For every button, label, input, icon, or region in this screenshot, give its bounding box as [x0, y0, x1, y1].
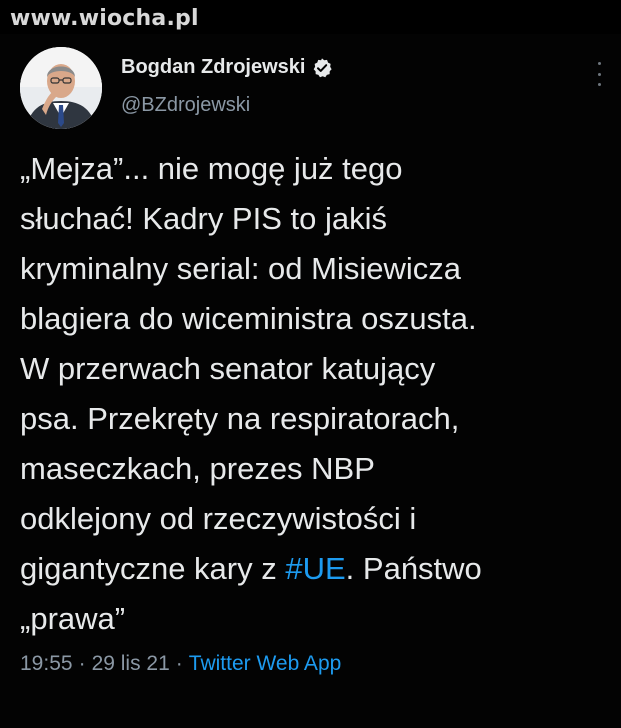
meta-separator: ·: [78, 652, 86, 675]
verified-badge-icon: [314, 57, 333, 77]
author-name-row[interactable]: Bogdan Zdrojewski: [121, 56, 333, 79]
more-options-icon[interactable]: [592, 62, 606, 86]
tweet-text-line: gigantyczne kary z #UE. Państwo: [20, 544, 615, 594]
tweet-text-line: kryminalny serial: od Misiewicza: [20, 251, 462, 286]
tweet-text: „Mejza”... nie mogę już tego słuchać! Ka…: [20, 144, 615, 644]
tweet-text-line: psa. Przekręty na respiratorach,: [20, 401, 460, 436]
tweet-text-line: W przerwach senator katujący: [20, 351, 436, 386]
tweet-text-segment: gigantyczne kary z: [20, 551, 286, 586]
author-display-name[interactable]: Bogdan Zdrojewski: [121, 56, 305, 79]
tweet-text-line: blagiera do wiceministra oszusta.: [20, 301, 477, 336]
avatar-image: [20, 47, 102, 129]
tweet-text-line: „prawa”: [20, 601, 126, 636]
avatar[interactable]: [20, 47, 102, 129]
tweet-text-line: „Mejza”... nie mogę już tego: [20, 151, 403, 186]
tweet-meta: 19:55 · 29 lis 21 · Twitter Web App: [20, 652, 341, 676]
tweet-source[interactable]: Twitter Web App: [189, 652, 342, 675]
author-handle[interactable]: @BZdrojewski: [121, 94, 250, 117]
tweet-date[interactable]: 29 lis 21: [92, 652, 170, 675]
tweet-text-line: odklejony od rzeczywistości i: [20, 501, 417, 536]
meta-separator: ·: [175, 652, 183, 675]
hashtag-link[interactable]: #UE: [285, 551, 345, 586]
tweet-text-line: słuchać! Kadry PIS to jakiś: [20, 201, 387, 236]
tweet-text-segment: . Państwo: [345, 551, 482, 586]
tweet-time[interactable]: 19:55: [20, 652, 73, 675]
tweet-text-line: maseczkach, prezes NBP: [20, 451, 375, 486]
watermark: www.wiocha.pl: [10, 6, 199, 31]
